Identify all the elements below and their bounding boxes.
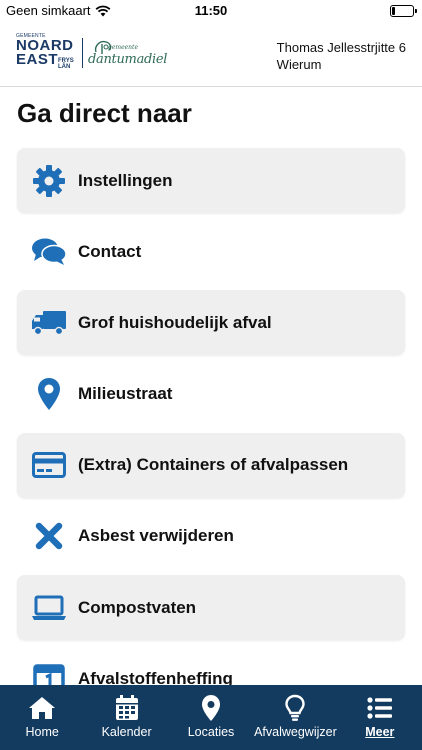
address-city: Wierum (276, 57, 322, 72)
dantumadiel-logo: gemeente dantumadiel (86, 36, 167, 72)
menu-item-asbest-verwijderen[interactable]: Asbest verwijderen (17, 504, 405, 569)
dantumadiel-name: dantumadiel (88, 52, 168, 67)
menu-item-label: Compostvaten (78, 597, 197, 617)
close-x-icon (31, 518, 67, 554)
page-title: Ga direct naar (17, 98, 192, 128)
calendar-icon (115, 695, 138, 720)
lightbulb-icon (285, 694, 306, 721)
list-icon (367, 697, 392, 719)
menu-item-label: Grof huishoudelijk afval (78, 312, 272, 332)
nav-label: Home (25, 725, 59, 739)
nav-item-meer[interactable]: Meer (338, 685, 422, 750)
map-pin-icon (202, 695, 221, 721)
address-street: Thomas Jellesstrjitte 6 (276, 40, 406, 55)
nav-label: Meer (365, 725, 395, 739)
dantumadiel-small-text: gemeente (108, 44, 139, 51)
nav-item-afvalwegwijzer[interactable]: Afvalwegwijzer (253, 685, 337, 750)
menu-item-label: Contact (78, 241, 142, 261)
noardeast-fryslan-logo: GEMEENTE NOARD EAST FRYS LÂN (16, 34, 76, 74)
gear-icon (31, 163, 67, 199)
nav-item-kalender[interactable]: Kalender (84, 685, 168, 750)
home-icon (29, 697, 56, 719)
status-bar: Geen simkaart 11:50 (0, 0, 422, 22)
bottom-navigation: Home Kalender Locaties Afvalwegwijzer Me… (0, 685, 422, 750)
nav-label: Afvalwegwijzer (254, 725, 337, 739)
battery-level (392, 7, 395, 15)
menu-item-label: Asbest verwijderen (78, 526, 234, 546)
address-block[interactable]: Thomas Jellesstrjitte 6 Wierum (277, 39, 406, 73)
battery-icon (390, 5, 417, 17)
menu-item-extra-containers[interactable]: (Extra) Containers of afvalpassen (17, 432, 405, 498)
logo-side-text: FRYS LÂN (58, 58, 74, 70)
menu-item-label: Instellingen (78, 170, 173, 190)
nav-item-locaties[interactable]: Locaties (169, 685, 253, 750)
menu-item-label: (Extra) Containers of afvalpassen (78, 455, 349, 475)
menu-item-contact[interactable]: Contact (17, 219, 405, 284)
menu-item-label: Milieustraat (78, 384, 173, 404)
menu-item-milieustraat[interactable]: Milieustraat (17, 362, 405, 427)
truck-icon (31, 305, 67, 341)
status-time: 11:50 (194, 3, 228, 18)
menu-item-instellingen[interactable]: Instellingen (17, 148, 405, 213)
chat-bubbles-icon (31, 234, 67, 270)
logo-side2: LÂN (58, 64, 71, 70)
app-header: GEMEENTE NOARD EAST FRYS LÂN gemeente da… (0, 22, 422, 87)
nav-label: Locaties (187, 725, 235, 739)
logo-divider (82, 38, 83, 68)
quick-links-menu: Instellingen Contact Grof huishoudelijk … (17, 148, 405, 718)
credit-card-icon (31, 447, 67, 483)
map-pin-icon (31, 376, 67, 412)
menu-item-grof-huishoudelijk-afval[interactable]: Grof huishoudelijk afval (17, 290, 405, 356)
menu-item-compostvaten[interactable]: Compostvaten (17, 575, 405, 641)
laptop-icon (31, 590, 67, 626)
nav-label: Kalender (101, 725, 152, 739)
nav-item-home[interactable]: Home (0, 685, 84, 750)
